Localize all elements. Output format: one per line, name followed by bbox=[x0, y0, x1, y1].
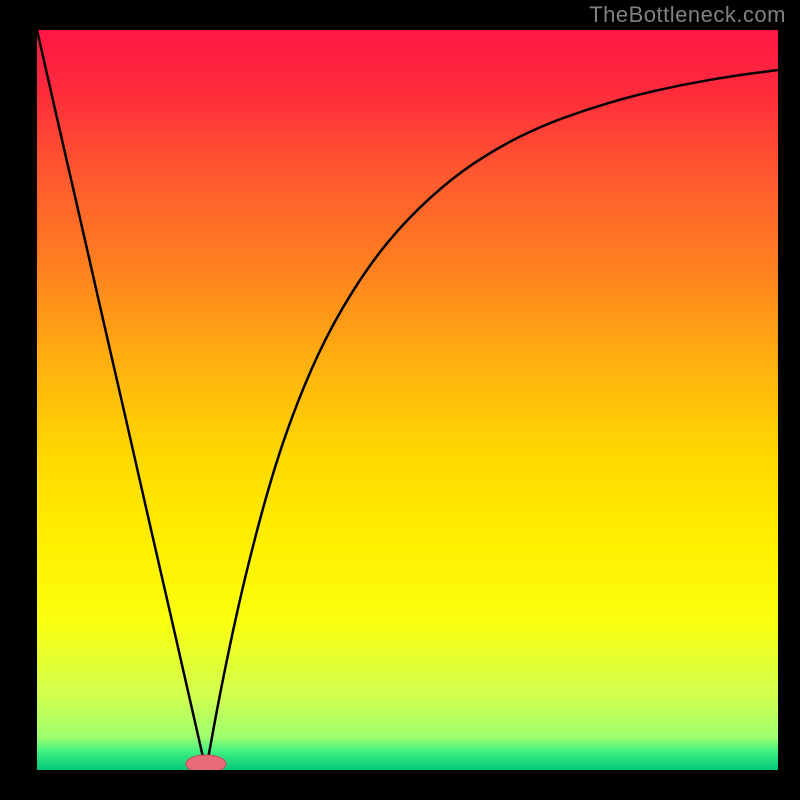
plot-area bbox=[37, 30, 778, 770]
watermark-text: TheBottleneck.com bbox=[589, 2, 786, 28]
gradient-background bbox=[37, 30, 778, 770]
optimum-marker bbox=[186, 755, 226, 770]
chart-svg bbox=[37, 30, 778, 770]
chart-frame: TheBottleneck.com bbox=[0, 0, 800, 800]
